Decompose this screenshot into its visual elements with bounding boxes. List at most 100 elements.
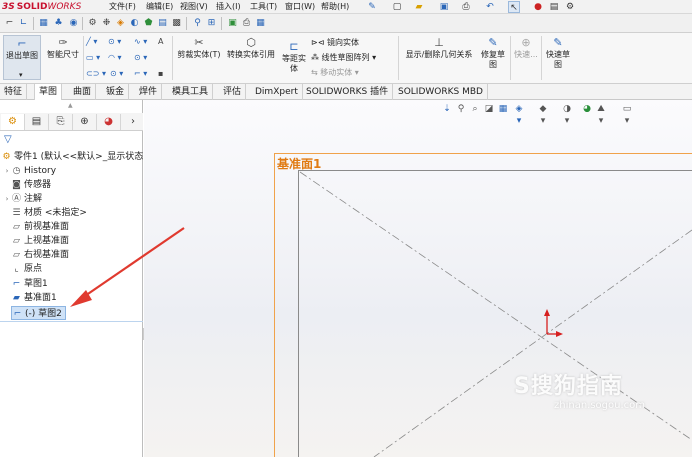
appearance-icon[interactable]: ◈ <box>114 17 127 30</box>
save-icon[interactable]: ▣ <box>438 1 450 13</box>
rectangle-tool-icon[interactable]: ▭ ▾ <box>86 53 100 63</box>
display-manager-tab-icon[interactable]: ◕ <box>97 114 121 130</box>
menu-file[interactable]: 文件(F) <box>109 1 136 13</box>
command-manager-ribbon: ⌐ 退出草图 ▾ ✑ 智能尺寸 ╱ ▾ ⊙ ▾ ∿ ▾ ▭ ▾ ◠ ▾ ⊙ ▾ … <box>0 33 692 84</box>
text-tool-icon[interactable]: A <box>158 37 163 47</box>
display-delete-relations-button[interactable]: ⊥ 显示/删除几何关系 <box>401 37 477 60</box>
exit-sketch-button[interactable]: ⌐ 退出草图 ▾ <box>3 35 41 80</box>
view-icon[interactable]: ◉ <box>67 17 80 30</box>
fillet-tool-icon[interactable]: ⌐ ▾ <box>134 69 147 79</box>
print-icon[interactable]: ⎙ <box>460 1 472 13</box>
tree-item-sketch2[interactable]: ⌐ (-) 草图2 <box>11 306 66 320</box>
featuremanager-tab-icon[interactable]: ⚙ <box>1 114 25 130</box>
menu-edit[interactable]: 编辑(E) <box>146 1 173 13</box>
tab-surfaces[interactable]: 曲面 <box>69 84 97 100</box>
menu-tools[interactable]: 工具(T) <box>250 1 277 13</box>
file-properties-icon[interactable]: ▤ <box>548 1 560 13</box>
repair-icon: ✎ <box>488 36 498 49</box>
select-pointer-icon[interactable]: ↖ <box>508 1 520 13</box>
tab-solidworks-addins[interactable]: SOLIDWORKS 插件 <box>302 84 394 100</box>
repair-sketch-button[interactable]: ✎ 修复草图 <box>478 37 508 70</box>
menu-help[interactable]: 帮助(H) <box>321 1 349 13</box>
options-gear-icon[interactable]: ⚙ <box>564 1 576 13</box>
mirror-entities-button[interactable]: ⊳⊲ 镜向实体 <box>311 38 359 48</box>
sketch-shortcut-icon[interactable]: ⌐ <box>3 17 16 30</box>
pin-icon[interactable]: ✎ <box>366 1 378 13</box>
trim-icon: ✂ <box>194 36 204 49</box>
expand-arrow-icon[interactable]: › <box>3 164 11 178</box>
dimxpert-tab-icon[interactable]: ⊕ <box>73 114 97 130</box>
undo-icon[interactable]: ↶ <box>484 1 496 13</box>
quick-snaps-button[interactable]: ⊕ 快速... <box>512 37 540 60</box>
menu-window[interactable]: 窗口(W) <box>285 1 315 13</box>
point-tool-icon[interactable]: ▪ <box>158 69 163 79</box>
propertymanager-tab-icon[interactable]: ▤ <box>25 114 49 130</box>
tab-mold-tools[interactable]: 模具工具 <box>168 84 214 100</box>
render-icon[interactable]: ▦ <box>254 17 267 30</box>
sheet-icon[interactable]: ▣ <box>226 17 239 30</box>
tree-item-annotations[interactable]: › Ⓐ 注解 <box>3 192 42 206</box>
linear-pattern-button[interactable]: ⁂ 线性草图阵列 ▾ <box>311 53 376 63</box>
filter-icon[interactable]: ▽ <box>4 134 12 145</box>
tab-sheet-metal[interactable]: 钣金 <box>102 84 130 100</box>
tab-features[interactable]: 特征 <box>0 84 28 100</box>
tree-root-part[interactable]: ⚙ 零件1 (默认<<默认>_显示状态 <box>1 150 143 164</box>
expand-arrow-icon[interactable]: › <box>3 192 11 206</box>
move-entities-button[interactable]: ⇆ 移动实体 ▾ <box>311 68 359 78</box>
tree-item-front-plane[interactable]: ▱ 前视基准面 <box>11 220 69 234</box>
tree-item-top-plane[interactable]: ▱ 上视基准面 <box>11 234 69 248</box>
chevron-right-icon[interactable]: › <box>121 114 145 130</box>
gear-part-icon[interactable]: ⚙ <box>86 17 99 30</box>
configurationmanager-tab-icon[interactable]: ⎘ <box>49 114 73 130</box>
table-icon[interactable]: ▦ <box>37 17 50 30</box>
tree-item-sensors[interactable]: ◙ 传感器 <box>11 178 51 192</box>
tree-item-sketch1[interactable]: ⌐ 草图1 <box>11 277 48 291</box>
tree-item-history[interactable]: › ◷ History <box>3 164 56 178</box>
slot-tool-icon[interactable]: ⊂⊃ ▾ <box>86 69 106 79</box>
grid-icon[interactable]: ▩ <box>170 17 183 30</box>
rapid-sketch-button[interactable]: ✎ 快速草图 <box>543 37 573 70</box>
line-tool-icon[interactable]: ╱ ▾ <box>86 37 97 47</box>
plane-icon: ▱ <box>13 236 20 246</box>
assembly-icon[interactable]: ♣ <box>52 17 65 30</box>
tab-evaluate[interactable]: 评估 <box>219 84 247 100</box>
tab-sketch[interactable]: 草图 <box>34 84 63 100</box>
tab-weldments[interactable]: 焊件 <box>135 84 163 100</box>
print-preview-icon[interactable]: ⎙ <box>240 17 253 30</box>
new-document-icon[interactable]: ▢ <box>391 1 403 13</box>
arc-tool-icon[interactable]: ◠ ▾ <box>108 53 122 63</box>
convert-entities-button[interactable]: ⬡ 转换实体引用 <box>224 37 278 60</box>
spline-tool-icon[interactable]: ∿ ▾ <box>134 37 147 47</box>
menu-insert[interactable]: 插入(I) <box>216 1 241 13</box>
smart-dimension-button[interactable]: ✑ 智能尺寸 <box>44 37 82 60</box>
menu-view[interactable]: 视图(V) <box>180 1 208 13</box>
tab-solidworks-mbd[interactable]: SOLIDWORKS MBD <box>394 84 488 100</box>
tree-item-origin[interactable]: ⌞ 原点 <box>11 262 42 276</box>
sogou-watermark: S搜狗指南 zhinan.sogou.com <box>514 374 646 411</box>
sketch-icon-toolbar: ⌐ ∟ ▦ ♣ ◉ ⚙ ❉ ◈ ◐ ⬟ ▤ ▩ ⚲ ⊞ ▣ ⎙ ▦ <box>0 14 692 33</box>
arrange-icon[interactable]: ▤ <box>156 17 169 30</box>
offset-entities-button[interactable]: ⊏ 等距实体 <box>281 41 307 74</box>
scene-icon[interactable]: ◐ <box>128 17 141 30</box>
graphics-area[interactable]: ⇣ ⚲ ⌕ ◪ ▦ ◈ ▾ ◆ ▾ ◑ ▾ ◕ ⛰ ▾ ▭ ▾ 基准面1 S搜狗… <box>144 100 692 457</box>
measure-icon[interactable]: ⊞ <box>205 17 218 30</box>
smart-dimension-icon: ✑ <box>58 36 68 49</box>
tree-item-material[interactable]: ☰ 材质 <未指定> <box>11 206 87 220</box>
panel-tabs: ⚙ ▤ ⎘ ⊕ ◕ › <box>0 113 143 131</box>
command-tabs: 特征 草图 曲面 钣金 焊件 模具工具 评估 DimXpert SOLIDWOR… <box>0 84 692 100</box>
open-folder-icon[interactable]: ▰ <box>413 1 425 13</box>
traffic-light-icon[interactable]: ● <box>532 1 544 13</box>
tab-dimxpert[interactable]: DimXpert <box>251 84 303 100</box>
trim-entities-button[interactable]: ✂ 剪裁实体(T) <box>175 37 223 60</box>
tree-item-right-plane[interactable]: ▱ 右视基准面 <box>11 248 69 262</box>
feature-icon[interactable]: ❉ <box>100 17 113 30</box>
ellipse-tool-icon[interactable]: ⊙ ▾ <box>134 53 147 63</box>
quick-snaps-icon: ⊕ <box>521 36 531 49</box>
circle-tool-icon[interactable]: ⊙ ▾ <box>108 37 121 47</box>
panel-collapse-handle[interactable]: ▲ <box>68 102 73 109</box>
mate-icon[interactable]: ⬟ <box>142 17 155 30</box>
smart-dimension-small-icon[interactable]: ∟ <box>17 17 30 30</box>
polygon-tool-icon[interactable]: ⊙ ▾ <box>110 69 123 79</box>
tree-item-plane1[interactable]: ▰ 基准面1 <box>11 291 57 305</box>
zoom-icon[interactable]: ⚲ <box>191 17 204 30</box>
